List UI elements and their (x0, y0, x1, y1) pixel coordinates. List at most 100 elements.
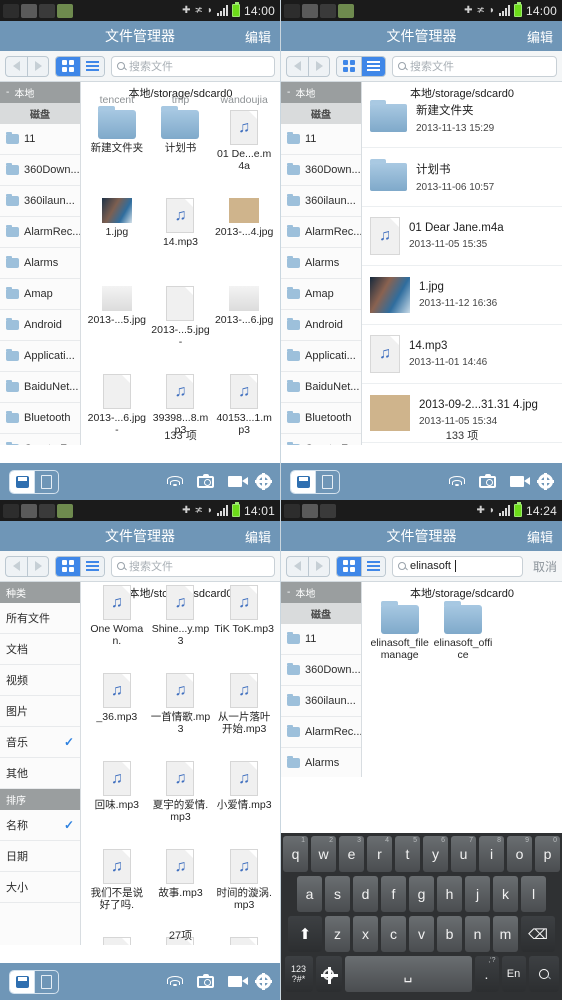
edit-button[interactable]: 编辑 (245, 527, 271, 546)
list-view-button[interactable] (80, 56, 104, 76)
sidebar-item-all-files[interactable]: 所有文件 (0, 603, 80, 634)
sidebar-item[interactable]: Amap (281, 279, 361, 310)
sidebar-item[interactable]: 11 (281, 624, 361, 655)
backspace-key[interactable]: ⌫ (521, 916, 555, 952)
back-button[interactable] (287, 57, 308, 76)
sidebar-item[interactable]: 11 (0, 124, 80, 155)
forward-button[interactable] (27, 556, 48, 576)
key-m[interactable]: m (493, 916, 518, 952)
camera-icon[interactable] (479, 473, 496, 488)
file-cell[interactable]: ♫ 我们不是说好了吗. (85, 845, 149, 933)
disk-tab[interactable] (291, 470, 315, 493)
file-cell[interactable]: ♫ 从一片落叶开始.mp3 (212, 669, 276, 757)
key-q[interactable]: 1q (283, 836, 308, 872)
back-button[interactable] (6, 57, 27, 76)
sidebar-item[interactable]: Alarms (281, 748, 361, 777)
file-cell[interactable]: elinasoft_office (431, 601, 494, 689)
sidebar-group-header[interactable]: - 本地 (281, 82, 361, 103)
key-y[interactable]: 6y (423, 836, 448, 872)
gear-icon[interactable] (537, 473, 554, 490)
sidebar-item-music[interactable]: 音乐 ✓ (0, 727, 80, 758)
edit-button[interactable]: 编辑 (245, 27, 271, 46)
sidebar-item[interactable]: Android (281, 310, 361, 341)
search-input[interactable]: 搜索文件 (392, 55, 557, 77)
sidebar-item[interactable]: Bluetooth (0, 403, 80, 434)
key-t[interactable]: 5t (395, 836, 420, 872)
file-cell[interactable]: ♫ _36.mp3 (85, 669, 149, 757)
back-button[interactable] (287, 557, 308, 576)
forward-button[interactable] (308, 556, 329, 576)
sidebar-item[interactable]: 11 (281, 124, 361, 155)
file-cell[interactable]: 2013-...6.jpg (212, 282, 276, 370)
grid-view-button[interactable] (337, 556, 361, 576)
list-item[interactable]: 1.jpg 2013-11-12 16:36 (362, 266, 562, 325)
file-cell[interactable]: ♫ TiK ToK.mp3 (212, 582, 276, 669)
sidebar-item[interactable]: AlarmRec... (0, 217, 80, 248)
sidebar-item-documents[interactable]: 文档 (0, 634, 80, 665)
file-cell[interactable]: ♫ 一首情歌.mp3 (149, 669, 213, 757)
sort-item-size[interactable]: 大小 (0, 872, 80, 903)
grid-view-button[interactable] (56, 56, 80, 76)
keyboard-settings-key[interactable] (315, 956, 342, 992)
sidebar-item[interactable]: 360ilaun... (281, 686, 361, 717)
forward-button[interactable] (27, 56, 48, 76)
edit-button[interactable]: 编辑 (527, 527, 553, 546)
file-cell[interactable]: 2013-...5.jpg- (149, 282, 213, 370)
file-cell[interactable]: ♫ 故事.mp3 (149, 845, 213, 933)
wifi-icon[interactable] (166, 475, 183, 488)
sidebar-item[interactable]: Alarms (0, 248, 80, 279)
key-x[interactable]: x (353, 916, 378, 952)
sidebar-item[interactable]: AlarmRec... (281, 217, 361, 248)
list-view-button[interactable] (361, 56, 385, 76)
file-cell[interactable]: ♫ One Woman. (85, 582, 149, 669)
disk-tab[interactable] (10, 470, 34, 493)
file-tab[interactable] (34, 470, 58, 493)
language-key[interactable]: En (501, 956, 526, 992)
sidebar-item[interactable]: 360ilaun... (281, 186, 361, 217)
disk-tab[interactable] (10, 970, 34, 993)
sidebar-item[interactable]: 360Down... (281, 655, 361, 686)
file-cell[interactable]: wandoujia (212, 90, 276, 106)
back-button[interactable] (6, 557, 27, 576)
keyboard-search-key[interactable] (528, 956, 559, 992)
key-k[interactable]: k (493, 876, 518, 912)
key-o[interactable]: 9o (507, 836, 532, 872)
key-j[interactable]: j (465, 876, 490, 912)
key-n[interactable]: n (465, 916, 490, 952)
list-item[interactable]: 计划书 2013-11-06 10:57 (362, 148, 562, 207)
key-f[interactable]: f (381, 876, 406, 912)
sidebar-item-others[interactable]: 其他 (0, 758, 80, 789)
sidebar-item[interactable]: Bluetooth (281, 403, 361, 434)
file-cell[interactable]: 2013-...4.jpg (212, 194, 276, 282)
video-icon[interactable] (228, 976, 248, 987)
sidebar-item[interactable]: Create Fo... (0, 434, 80, 445)
space-key[interactable]: ␣ (344, 956, 472, 992)
wifi-icon[interactable] (166, 975, 183, 988)
file-cell[interactable]: ♫ 01 De...e.m4a (212, 106, 276, 194)
camera-icon[interactable] (197, 473, 214, 488)
key-l[interactable]: l (521, 876, 546, 912)
gear-icon[interactable] (255, 473, 272, 490)
sidebar-item[interactable]: BaiduNet... (0, 372, 80, 403)
file-cell[interactable]: ♫ Shine...y.mp3 (149, 582, 213, 669)
sidebar-item-images[interactable]: 图片 (0, 696, 80, 727)
file-cell[interactable]: 新建文件夹 (85, 106, 149, 194)
wifi-icon[interactable] (448, 475, 465, 488)
sidebar-item[interactable]: Create Fo... (281, 434, 361, 445)
file-cell[interactable]: 1.jpg (85, 194, 149, 282)
key-g[interactable]: g (409, 876, 434, 912)
sidebar-item[interactable]: Applicati... (281, 341, 361, 372)
sidebar-item[interactable]: Amap (0, 279, 80, 310)
grid-view-button[interactable] (337, 56, 361, 76)
list-view-button[interactable] (80, 556, 104, 576)
list-item[interactable]: ♫ 14.mp3 2013-11-01 14:46 (362, 325, 562, 384)
file-cell[interactable]: 2013-...5.jpg (85, 282, 149, 370)
sidebar-group-header[interactable]: - 本地 (281, 582, 361, 603)
key-i[interactable]: 8i (479, 836, 504, 872)
key-d[interactable]: d (353, 876, 378, 912)
numeric-mode-key[interactable]: 123 ?#* (284, 956, 313, 992)
file-cell[interactable]: ♫ 14.mp3 (149, 194, 213, 282)
key-c[interactable]: c (381, 916, 406, 952)
list-view-button[interactable] (361, 556, 385, 576)
file-cell[interactable]: ♫ 回味.mp3 (85, 757, 149, 845)
